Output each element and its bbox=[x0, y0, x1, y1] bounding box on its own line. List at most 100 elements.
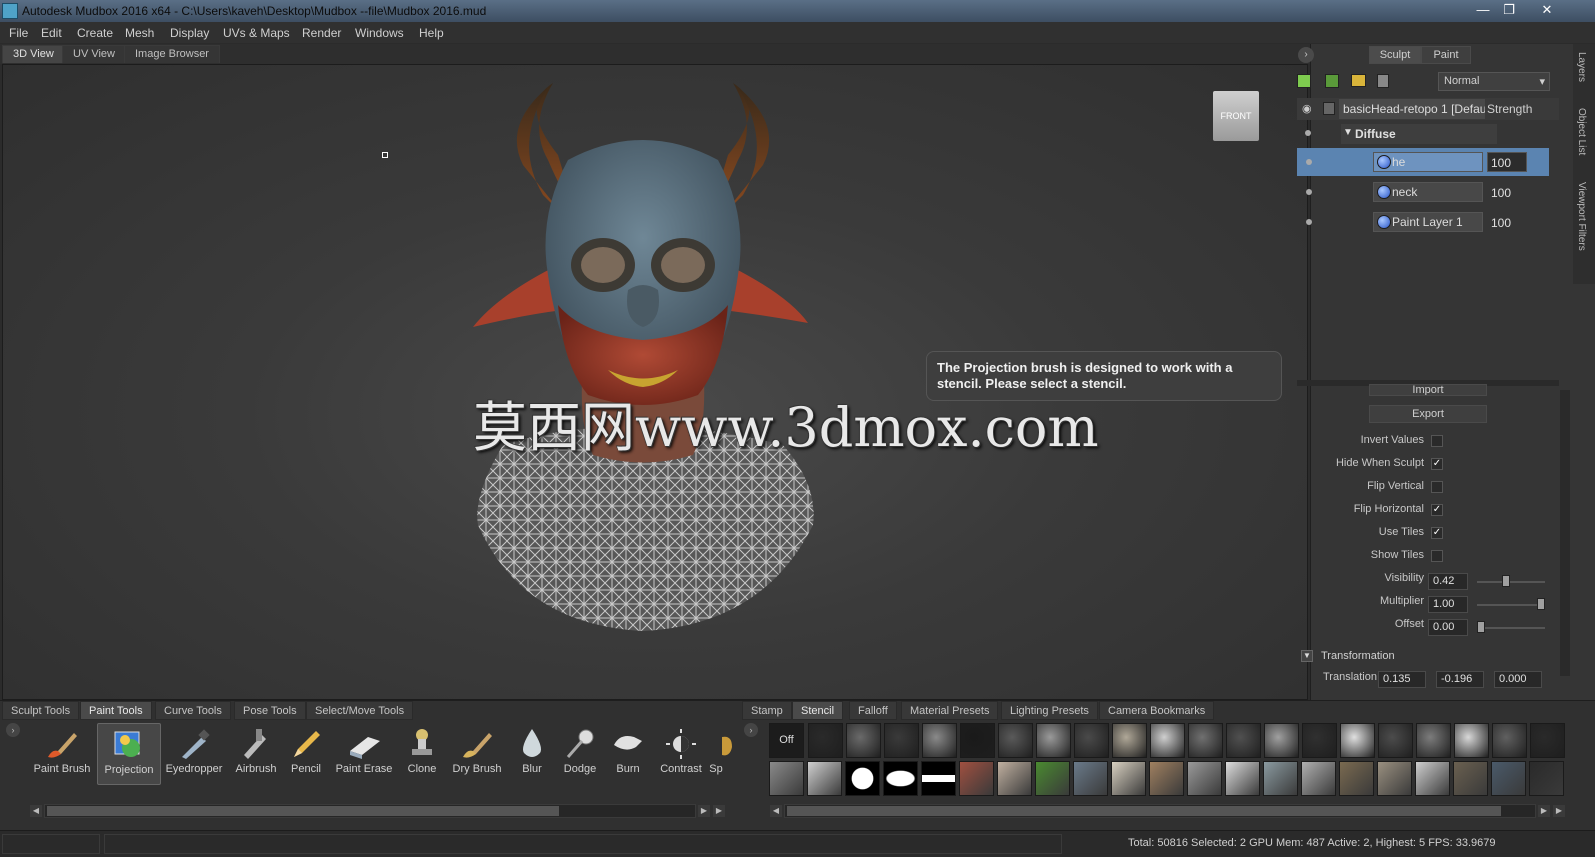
layer-strength[interactable]: 100 bbox=[1491, 156, 1511, 170]
stencil-thumbnail[interactable] bbox=[1378, 723, 1413, 758]
translation-y-field[interactable]: -0.196 bbox=[1436, 671, 1484, 688]
stencil-thumbnail[interactable] bbox=[1340, 723, 1375, 758]
stencil-thumbnail[interactable] bbox=[808, 723, 843, 758]
visibility-field[interactable]: 0.42 bbox=[1428, 573, 1468, 590]
menu-windows[interactable]: Windows bbox=[355, 26, 404, 40]
stencil-off[interactable]: Off bbox=[769, 723, 804, 758]
sculpt-mode-tab[interactable]: Sculpt bbox=[1369, 46, 1421, 64]
stencil-thumbnail[interactable] bbox=[1454, 723, 1489, 758]
mesh-layer-name[interactable]: basicHead-retopo 1 [Defau bbox=[1339, 99, 1485, 119]
merge-layer-icon[interactable] bbox=[1325, 74, 1339, 88]
layer-name-paint-layer-1[interactable]: Paint Layer 1 bbox=[1373, 212, 1483, 232]
tab-3d-view[interactable]: 3D View bbox=[2, 45, 65, 63]
side-tab-viewport-filters[interactable]: Viewport Filters bbox=[1576, 182, 1587, 251]
stencil-thumbnail[interactable] bbox=[1491, 761, 1526, 796]
hide-when-sculpt-checkbox[interactable]: ✓ bbox=[1431, 458, 1443, 470]
3d-viewport[interactable]: FRONT The Projection brush is designed t… bbox=[2, 64, 1308, 700]
export-button[interactable]: Export bbox=[1369, 405, 1487, 423]
visibility-slider-track[interactable] bbox=[1477, 581, 1545, 583]
folder-icon[interactable] bbox=[1351, 74, 1366, 87]
close-icon[interactable]: ✕ bbox=[1535, 1, 1559, 19]
invert-values-checkbox[interactable] bbox=[1431, 435, 1443, 447]
use-tiles-checkbox[interactable]: ✓ bbox=[1431, 527, 1443, 539]
group-visibility-dot[interactable] bbox=[1305, 130, 1311, 136]
menu-edit[interactable]: Edit bbox=[41, 26, 62, 40]
view-cube[interactable]: FRONT bbox=[1213, 91, 1259, 141]
stencil-thumbnail[interactable] bbox=[1263, 761, 1298, 796]
properties-scrollbar[interactable] bbox=[1560, 390, 1570, 676]
stencil-thumbnail[interactable] bbox=[883, 761, 918, 796]
tab-uv-view[interactable]: UV View bbox=[62, 45, 126, 63]
visibility-slider-thumb[interactable] bbox=[1502, 575, 1510, 587]
stencil-thumbnail[interactable] bbox=[1301, 761, 1336, 796]
layer-strength[interactable]: 100 bbox=[1491, 186, 1511, 200]
layer-name-neck[interactable]: neck bbox=[1373, 182, 1483, 202]
stencil-thumbnail[interactable] bbox=[997, 761, 1032, 796]
stencil-thumbnail[interactable] bbox=[1074, 723, 1109, 758]
translation-z-field[interactable]: 0.000 bbox=[1494, 671, 1542, 688]
menu-uvs-maps[interactable]: UVs & Maps bbox=[223, 26, 290, 40]
stencil-thumbnail[interactable] bbox=[1415, 761, 1450, 796]
offset-slider-thumb[interactable] bbox=[1477, 621, 1485, 633]
layer-visibility-dot[interactable] bbox=[1306, 189, 1312, 195]
stencil-thumbnail[interactable] bbox=[1377, 761, 1412, 796]
stencil-thumbnail[interactable] bbox=[1188, 723, 1223, 758]
stencil-thumbnail[interactable] bbox=[1453, 761, 1488, 796]
stencil-thumbnail[interactable] bbox=[884, 723, 919, 758]
layer-strength[interactable]: 100 bbox=[1491, 216, 1511, 230]
stencil-thumbnail[interactable] bbox=[959, 761, 994, 796]
multiplier-field[interactable]: 1.00 bbox=[1428, 596, 1468, 613]
show-tiles-checkbox[interactable] bbox=[1431, 550, 1443, 562]
stencil-thumbnail[interactable] bbox=[1264, 723, 1299, 758]
stencil-thumbnail[interactable] bbox=[1492, 723, 1527, 758]
stencil-thumbnail[interactable] bbox=[769, 761, 804, 796]
menu-help[interactable]: Help bbox=[419, 26, 444, 40]
import-button[interactable]: Import bbox=[1369, 384, 1487, 396]
side-tab-layers[interactable]: Layers bbox=[1576, 52, 1587, 82]
stencil-thumbnail[interactable] bbox=[1530, 723, 1565, 758]
stencil-scroll-right-end-icon[interactable]: ▶ bbox=[1553, 805, 1565, 817]
layer-visibility-dot[interactable] bbox=[1306, 219, 1312, 225]
translation-x-field[interactable]: 0.135 bbox=[1378, 671, 1426, 688]
paint-mode-tab[interactable]: Paint bbox=[1421, 46, 1471, 64]
new-layer-icon[interactable] bbox=[1297, 74, 1311, 88]
stencil-thumbnail[interactable] bbox=[1187, 761, 1222, 796]
offset-field[interactable]: 0.00 bbox=[1428, 619, 1468, 636]
stencil-thumbnail[interactable] bbox=[807, 761, 842, 796]
stencil-scrollbar[interactable] bbox=[784, 804, 1536, 818]
stencil-thumbnail[interactable] bbox=[1225, 761, 1260, 796]
maximize-icon[interactable]: ❐ bbox=[1497, 1, 1521, 19]
transformation-collapse-icon[interactable]: ▼ bbox=[1301, 650, 1313, 662]
stencil-thumbnail[interactable] bbox=[1035, 761, 1070, 796]
eye-icon[interactable]: ◉ bbox=[1302, 102, 1316, 115]
stencil-thumbnail[interactable] bbox=[1149, 761, 1184, 796]
minimize-icon[interactable]: — bbox=[1471, 1, 1495, 19]
layer-row-he[interactable]: he 100 bbox=[1297, 148, 1549, 176]
stencil-thumbnail[interactable] bbox=[1302, 723, 1337, 758]
stencil-thumbnail[interactable] bbox=[921, 761, 956, 796]
stencil-thumbnail[interactable] bbox=[960, 723, 995, 758]
stencil-thumbnail[interactable] bbox=[1529, 761, 1564, 796]
layer-name-he[interactable]: he bbox=[1373, 152, 1483, 172]
side-tab-object-list[interactable]: Object List bbox=[1576, 108, 1587, 155]
stencil-thumbnail[interactable] bbox=[1416, 723, 1451, 758]
stencil-thumbnail[interactable] bbox=[922, 723, 957, 758]
stencil-thumbnail[interactable] bbox=[998, 723, 1033, 758]
tab-image-browser[interactable]: Image Browser bbox=[124, 45, 220, 63]
multiplier-slider-track[interactable] bbox=[1477, 604, 1545, 606]
menu-mesh[interactable]: Mesh bbox=[125, 26, 154, 40]
blend-mode-select[interactable]: Normal ▾ bbox=[1438, 72, 1550, 91]
diffuse-group[interactable]: ▼ Diffuse bbox=[1341, 124, 1497, 144]
trash-icon[interactable] bbox=[1377, 74, 1389, 88]
stencil-thumbnail[interactable] bbox=[1036, 723, 1071, 758]
multiplier-slider-thumb[interactable] bbox=[1537, 598, 1545, 610]
layer-row-paint-layer-1[interactable]: Paint Layer 1 100 bbox=[1297, 208, 1559, 236]
menu-create[interactable]: Create bbox=[77, 26, 113, 40]
layer-visibility-dot[interactable] bbox=[1306, 159, 1312, 165]
offset-slider-track[interactable] bbox=[1477, 627, 1545, 629]
layer-row-neck[interactable]: neck 100 bbox=[1297, 178, 1559, 206]
menu-render[interactable]: Render bbox=[302, 26, 341, 40]
stencil-thumbnail[interactable] bbox=[1150, 723, 1185, 758]
stencil-thumbnail[interactable] bbox=[846, 723, 881, 758]
menu-file[interactable]: File bbox=[9, 26, 28, 40]
